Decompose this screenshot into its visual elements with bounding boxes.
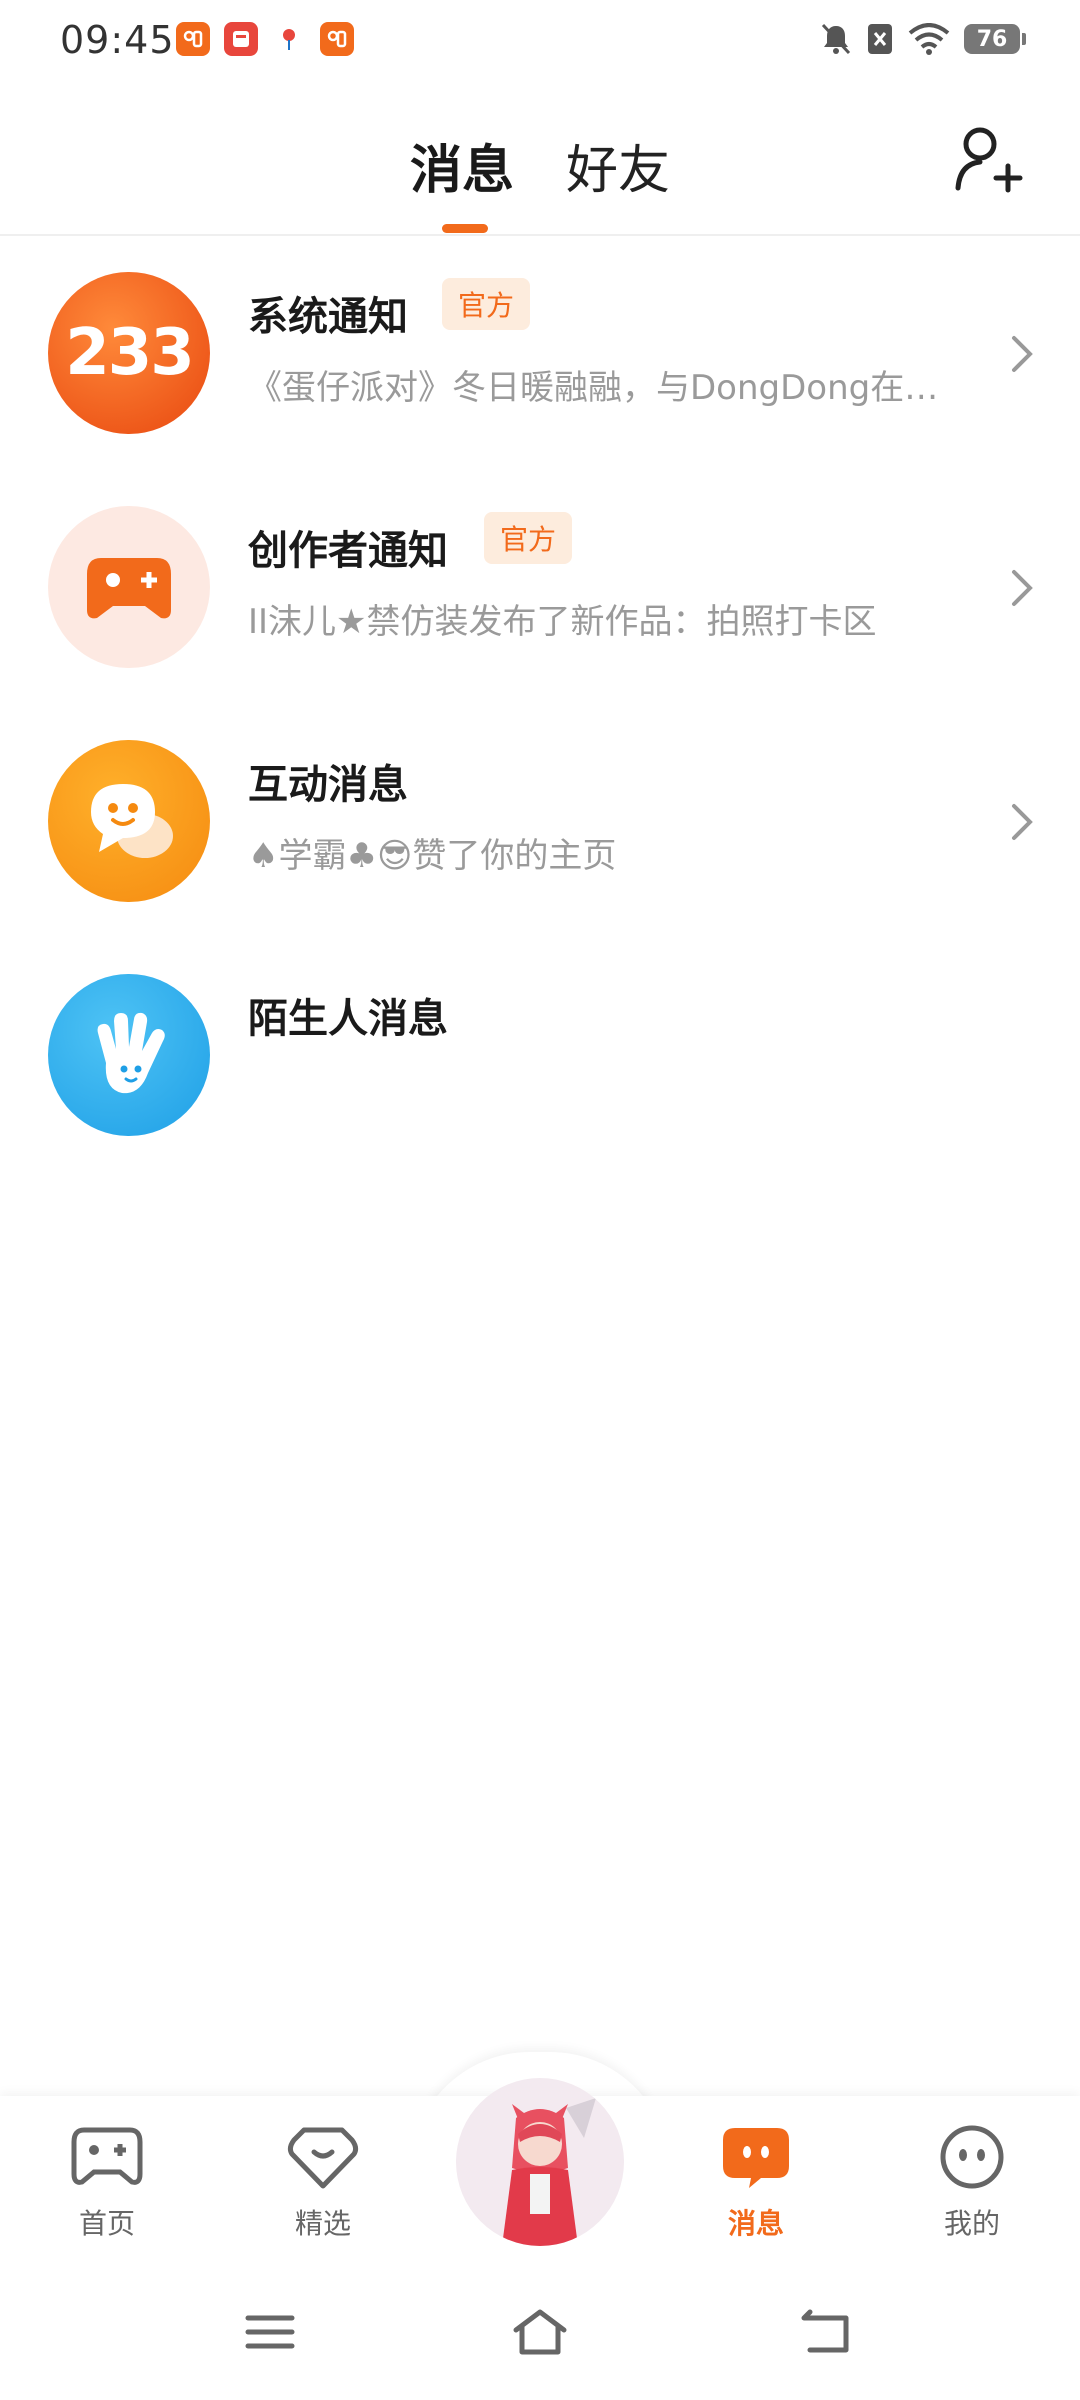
nav-label: 首页 xyxy=(78,2207,135,2240)
nav-label: 消息 xyxy=(727,2207,784,2240)
page-header: 消息 好友 xyxy=(0,100,1080,236)
list-item-creator-notice[interactable]: 创作者通知 官方 II沫儿★禁仿装发布了新作品：拍照打卡区 xyxy=(0,470,1080,704)
tab-friends[interactable]: 好友 xyxy=(566,128,670,203)
location-pin-icon xyxy=(272,22,306,56)
chevron-right-icon xyxy=(1012,804,1033,840)
home-icon[interactable] xyxy=(510,2306,570,2358)
status-bar: 09:45 76 xyxy=(0,0,1080,84)
nav-label: 精选 xyxy=(294,2207,351,2240)
wifi-icon xyxy=(908,23,950,55)
message-preview: ♠学霸♣😎赞了你的主页 xyxy=(248,836,617,876)
status-icons: 76 xyxy=(820,22,1026,56)
notification-app-icons xyxy=(176,22,354,56)
chevron-right-icon xyxy=(1012,336,1033,372)
sim-off-icon xyxy=(868,24,892,54)
gamepad-icon xyxy=(71,2127,143,2185)
active-tab-indicator xyxy=(442,224,488,233)
battery-level: 76 xyxy=(976,26,1008,52)
list-item-interaction[interactable]: 互动消息 ♠学霸♣😎赞了你的主页 xyxy=(0,704,1080,938)
message-title: 互动消息 xyxy=(248,762,408,808)
add-friend-icon[interactable] xyxy=(950,122,1026,198)
message-title: 系统通知 xyxy=(248,294,408,340)
nav-messages[interactable]: 消息 xyxy=(676,2124,836,2242)
nav-home[interactable]: 首页 xyxy=(27,2124,187,2242)
message-title: 创作者通知 xyxy=(248,528,448,574)
list-item-system-notice[interactable]: 233 系统通知 官方 《蛋仔派对》冬日暖融融，与DongDong在… xyxy=(0,236,1080,470)
tab-messages[interactable]: 消息 xyxy=(410,128,514,203)
message-icon xyxy=(723,2128,789,2188)
chat-bubble-face-icon xyxy=(48,740,210,902)
app-notification-icon xyxy=(320,22,354,56)
face-icon xyxy=(940,2125,1004,2189)
back-icon[interactable] xyxy=(796,2306,856,2358)
official-badge: 官方 xyxy=(484,512,573,564)
nav-label: 我的 xyxy=(943,2207,1000,2240)
heart-diamond-icon xyxy=(287,2127,359,2189)
nav-profile[interactable]: 我的 xyxy=(892,2124,1052,2242)
status-time: 09:45 xyxy=(60,18,175,62)
app-notification-icon xyxy=(224,22,258,56)
chevron-right-icon xyxy=(1012,570,1033,606)
battery-indicator: 76 xyxy=(964,24,1026,54)
app-notification-icon xyxy=(176,22,210,56)
list-item-stranger[interactable]: 陌生人消息 xyxy=(0,938,1080,1172)
system-navigation-bar xyxy=(0,2266,1080,2400)
official-badge: 官方 xyxy=(442,278,531,330)
nav-featured[interactable]: 精选 xyxy=(243,2124,403,2242)
waving-hand-icon xyxy=(48,974,210,1136)
gamepad-icon xyxy=(48,506,210,668)
message-title: 陌生人消息 xyxy=(248,996,448,1042)
user-avatar[interactable] xyxy=(456,2078,624,2246)
menu-icon[interactable] xyxy=(240,2306,300,2358)
message-preview: II沫儿★禁仿装发布了新作品：拍照打卡区 xyxy=(248,602,877,642)
233-logo-icon: 233 xyxy=(48,272,210,434)
logo-text: 233 xyxy=(65,316,195,390)
message-preview: 《蛋仔派对》冬日暖融融，与DongDong在… xyxy=(248,368,939,408)
bell-mute-icon xyxy=(821,23,851,55)
